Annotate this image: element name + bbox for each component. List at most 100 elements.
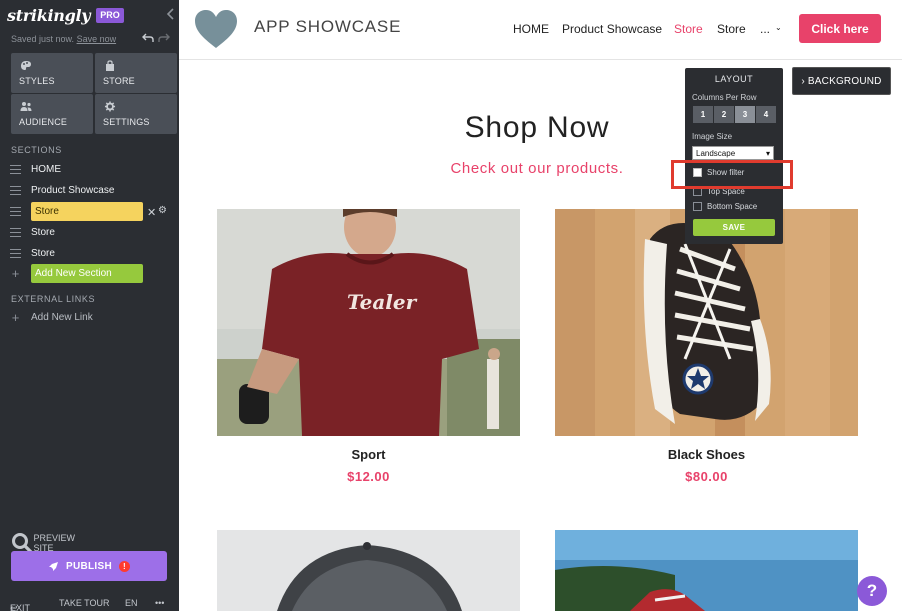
bottom-space-label: Bottom Space	[707, 202, 758, 211]
language-button[interactable]: EN	[125, 598, 138, 608]
bag-icon	[106, 60, 114, 71]
warning-icon: !	[119, 560, 130, 572]
store-section: Shop Now Check out our products. Tealer	[179, 61, 902, 611]
svg-text:Tealer: Tealer	[347, 290, 418, 314]
layout-save-button[interactable]: SAVE	[693, 219, 775, 236]
section-label: Product Showcase	[31, 185, 115, 196]
drag-handle-icon[interactable]	[10, 165, 21, 174]
save-now-link[interactable]: Save now	[77, 34, 117, 44]
logo-row: strikingly PRO	[7, 5, 124, 25]
section-settings-icon[interactable]: ⚙	[158, 205, 167, 216]
product-name[interactable]: Sport	[217, 447, 520, 462]
publish-label: PUBLISH	[66, 560, 112, 572]
layout-title: LAYOUT	[714, 74, 754, 84]
gear-icon	[104, 101, 116, 112]
add-new-section-row[interactable]: + Add New Section	[10, 264, 170, 283]
publish-button[interactable]: PUBLISH !	[11, 551, 167, 581]
show-filter-highlight	[671, 160, 793, 189]
section-item-home[interactable]: HOME	[10, 160, 170, 179]
more-options-button[interactable]: •••	[155, 598, 164, 608]
column-option-1[interactable]: 1	[693, 106, 713, 123]
chevron-right-icon: ›	[801, 75, 805, 87]
background-label: BACKGROUND	[807, 75, 882, 87]
save-status-text: Saved just now.	[11, 34, 75, 44]
product-name[interactable]: Black Shoes	[555, 447, 858, 462]
palette-icon	[21, 61, 31, 70]
nav-store[interactable]: Store	[717, 22, 746, 36]
column-option-3[interactable]: 3	[735, 106, 755, 123]
nav-product-showcase[interactable]: Product Showcase	[562, 22, 662, 36]
styles-label: STYLES	[19, 76, 55, 86]
site-header: APP SHOWCASE HOME Product Showcase Store…	[179, 0, 902, 60]
sneaker-photo	[555, 530, 858, 611]
section-item-store[interactable]: Store	[10, 223, 170, 242]
cap-photo	[217, 530, 520, 611]
heart-logo-icon[interactable]	[194, 9, 238, 49]
section-label: Store	[31, 248, 55, 259]
app-window: strikingly PRO Saved just now. Save now …	[0, 0, 902, 611]
drag-handle-icon[interactable]	[10, 249, 21, 258]
product-image-cap[interactable]	[217, 530, 520, 611]
bottom-space-option[interactable]: Bottom Space	[693, 202, 757, 211]
section-heading[interactable]: Shop Now	[179, 111, 895, 145]
collapse-sidebar-icon[interactable]	[166, 8, 175, 20]
product-image-sneaker[interactable]	[555, 530, 858, 611]
nav-home[interactable]: HOME	[513, 22, 549, 36]
section-label: Store	[31, 227, 55, 238]
styles-tile[interactable]: STYLES	[11, 53, 93, 93]
delete-section-icon[interactable]: ✕	[147, 206, 156, 219]
nav-store-active[interactable]: Store	[674, 22, 703, 36]
product-price: $12.00	[347, 469, 390, 484]
product-price: $80.00	[685, 469, 728, 484]
save-status: Saved just now. Save now	[11, 34, 116, 44]
sidebar-footer: ↩ EXIT TAKE TOUR EN •••	[0, 593, 179, 611]
editor-sidebar: strikingly PRO Saved just now. Save now …	[0, 0, 179, 611]
store-tile[interactable]: STORE	[95, 53, 177, 93]
layout-panel: LAYOUT Columns Per Row 1 2 3 4 Image Siz…	[685, 68, 783, 244]
nav-more-label: ...	[760, 22, 771, 36]
image-size-value: Landscape	[696, 148, 736, 158]
section-label: HOME	[31, 164, 61, 175]
drag-handle-icon[interactable]	[10, 207, 21, 216]
audience-tile[interactable]: AUDIENCE	[11, 94, 93, 134]
sections-heading: SECTIONS	[11, 145, 62, 155]
plus-icon: +	[11, 265, 20, 281]
redo-icon[interactable]	[158, 32, 170, 44]
pro-badge: PRO	[96, 7, 124, 23]
section-item-product-showcase[interactable]: Product Showcase	[10, 181, 170, 200]
drag-handle-icon[interactable]	[10, 186, 21, 195]
settings-tile[interactable]: SETTINGS	[95, 94, 177, 134]
section-item-store-active[interactable]: Store	[10, 202, 170, 221]
chevron-down-icon: ⌄	[775, 23, 782, 32]
drag-handle-icon[interactable]	[10, 228, 21, 237]
site-title[interactable]: APP SHOWCASE	[254, 17, 401, 37]
section-label: Store	[31, 202, 143, 221]
bottom-space-checkbox[interactable]	[693, 202, 702, 211]
undo-icon[interactable]	[142, 32, 154, 44]
plus-icon: +	[11, 309, 20, 325]
click-here-button[interactable]: Click here	[799, 14, 881, 43]
settings-label: SETTINGS	[103, 117, 150, 127]
strikingly-logo: strikingly	[7, 5, 91, 25]
add-new-link-row[interactable]: + Add New Link	[10, 308, 170, 327]
rocket-icon	[49, 561, 58, 571]
columns-selector: 1 2 3 4	[693, 106, 777, 123]
add-new-link[interactable]: Add New Link	[31, 312, 93, 323]
column-option-2[interactable]: 2	[714, 106, 734, 123]
nav-more[interactable]: ... ⌄	[760, 22, 782, 36]
store-label: STORE	[103, 76, 135, 86]
section-item-store[interactable]: Store	[10, 244, 170, 263]
people-icon	[20, 102, 32, 111]
background-button[interactable]: › BACKGROUND	[792, 67, 891, 95]
image-size-label: Image Size	[692, 132, 733, 141]
help-button[interactable]: ?	[857, 576, 887, 606]
image-size-select[interactable]: Landscape ▾	[692, 146, 774, 160]
add-new-section-button[interactable]: Add New Section	[31, 264, 143, 283]
columns-per-row-label: Columns Per Row	[692, 93, 757, 102]
exit-label: EXIT	[10, 603, 31, 611]
column-option-4[interactable]: 4	[756, 106, 776, 123]
take-tour-button[interactable]: TAKE TOUR	[59, 598, 110, 608]
audience-label: AUDIENCE	[19, 117, 68, 127]
tshirt-photo: Tealer	[217, 209, 520, 436]
product-image-sport[interactable]: Tealer	[217, 209, 520, 436]
